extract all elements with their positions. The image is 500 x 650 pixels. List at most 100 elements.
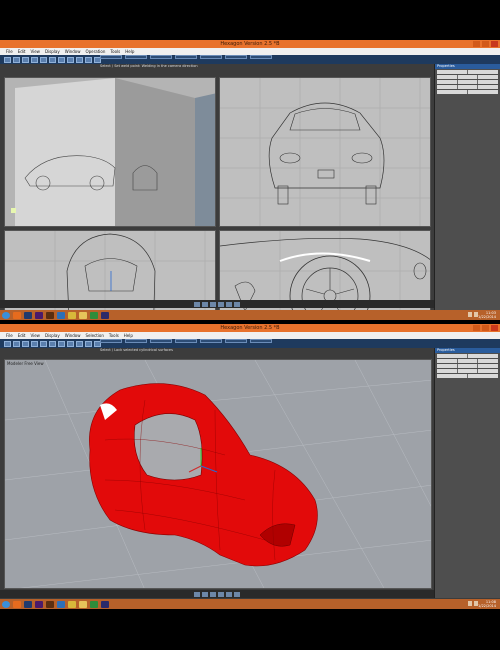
orbit-icon[interactable] — [210, 301, 216, 307]
network-icon[interactable] — [468, 312, 472, 317]
tab-bones[interactable] — [225, 55, 247, 59]
tab-primitives[interactable] — [100, 55, 122, 59]
select-tool-icon[interactable] — [4, 56, 11, 63]
menu-tools[interactable]: Tools — [109, 332, 119, 339]
property-row[interactable] — [437, 374, 498, 378]
render-icon[interactable] — [234, 591, 240, 597]
media-icon[interactable] — [101, 600, 109, 608]
rotate-tool-icon[interactable] — [22, 56, 29, 63]
menu-operation[interactable]: Operation — [85, 48, 105, 55]
menu-selection[interactable]: Selection — [85, 332, 103, 339]
tab-lines[interactable] — [125, 55, 147, 59]
hexagon-icon[interactable] — [57, 600, 65, 608]
rotate-tool-icon[interactable] — [22, 340, 29, 347]
illustrator-icon[interactable] — [46, 600, 54, 608]
redo-icon[interactable] — [49, 56, 56, 63]
select-tool-icon[interactable] — [4, 340, 11, 347]
start-orb-icon[interactable] — [2, 600, 10, 608]
frame-icon[interactable] — [218, 301, 224, 307]
pan-icon[interactable] — [202, 301, 208, 307]
frame-icon[interactable] — [218, 591, 224, 597]
tab-tools[interactable] — [200, 339, 222, 343]
property-row[interactable] — [437, 75, 499, 79]
close-button[interactable] — [491, 41, 498, 47]
property-row[interactable] — [437, 369, 499, 373]
layout-icon[interactable] — [226, 301, 232, 307]
menu-file[interactable]: File — [6, 48, 13, 55]
light-icon[interactable] — [85, 340, 92, 347]
menu-display[interactable]: Display — [45, 48, 60, 55]
menu-file[interactable]: File — [6, 332, 13, 339]
light-icon[interactable] — [85, 56, 92, 63]
menu-edit[interactable]: Edit — [18, 332, 26, 339]
taskbar-clock[interactable]: 11:08 1/22/2014 — [478, 600, 496, 608]
illustrator-icon[interactable] — [46, 311, 54, 319]
viewport-front[interactable] — [219, 77, 431, 227]
tab-bones[interactable] — [225, 339, 247, 343]
tab-surface[interactable] — [150, 339, 172, 343]
minimize-button[interactable] — [473, 41, 480, 47]
property-row[interactable] — [437, 85, 499, 89]
daz-icon[interactable] — [90, 311, 98, 319]
tab-vertex[interactable] — [175, 339, 197, 343]
property-row[interactable] — [437, 359, 499, 363]
zoom-icon[interactable] — [194, 301, 200, 307]
tab-lines[interactable] — [125, 339, 147, 343]
property-row[interactable] — [437, 364, 499, 368]
chrome-icon[interactable] — [68, 311, 76, 319]
premiere-icon[interactable] — [35, 600, 43, 608]
close-button[interactable] — [491, 325, 498, 331]
maximize-button[interactable] — [482, 41, 489, 47]
property-row[interactable] — [437, 354, 498, 358]
tab-tools[interactable] — [200, 55, 222, 59]
property-row[interactable] — [437, 70, 498, 74]
menu-tools[interactable]: Tools — [110, 48, 120, 55]
daz-icon[interactable] — [90, 600, 98, 608]
photoshop-icon[interactable] — [24, 311, 32, 319]
undo-icon[interactable] — [40, 56, 47, 63]
menu-window[interactable]: Window — [65, 332, 81, 339]
render-icon[interactable] — [234, 301, 240, 307]
camera-icon[interactable] — [76, 56, 83, 63]
snap-icon[interactable] — [58, 340, 65, 347]
scale-tool-icon[interactable] — [31, 56, 38, 63]
menu-edit[interactable]: Edit — [18, 48, 26, 55]
network-icon[interactable] — [468, 601, 472, 606]
zoom-icon[interactable] — [194, 591, 200, 597]
menu-display[interactable]: Display — [45, 332, 60, 339]
menu-view[interactable]: View — [30, 332, 40, 339]
tab-vertex[interactable] — [175, 55, 197, 59]
property-row[interactable] — [437, 80, 499, 84]
property-row[interactable] — [437, 90, 498, 94]
move-tool-icon[interactable] — [13, 340, 20, 347]
camera-icon[interactable] — [76, 340, 83, 347]
premiere-icon[interactable] — [35, 311, 43, 319]
menu-help[interactable]: Help — [125, 48, 134, 55]
weld-icon[interactable] — [67, 340, 74, 347]
menu-view[interactable]: View — [30, 48, 40, 55]
tab-render[interactable] — [250, 55, 272, 59]
firefox-icon[interactable] — [13, 311, 21, 319]
weld-icon[interactable] — [67, 56, 74, 63]
chrome-icon[interactable] — [68, 600, 76, 608]
undo-icon[interactable] — [40, 340, 47, 347]
pan-icon[interactable] — [202, 591, 208, 597]
tab-primitives[interactable] — [100, 339, 122, 343]
tab-render[interactable] — [250, 339, 272, 343]
photoshop-icon[interactable] — [24, 600, 32, 608]
maximize-button[interactable] — [482, 325, 489, 331]
move-tool-icon[interactable] — [13, 56, 20, 63]
tab-surface[interactable] — [150, 55, 172, 59]
folder-icon[interactable] — [79, 311, 87, 319]
redo-icon[interactable] — [49, 340, 56, 347]
viewport-perspective[interactable] — [4, 77, 216, 227]
folder-icon[interactable] — [79, 600, 87, 608]
orbit-icon[interactable] — [210, 591, 216, 597]
start-orb-icon[interactable] — [2, 311, 10, 319]
firefox-icon[interactable] — [13, 600, 21, 608]
hexagon-icon[interactable] — [57, 311, 65, 319]
media-icon[interactable] — [101, 311, 109, 319]
viewport-3d[interactable]: Modeler Free View — [4, 359, 432, 589]
menu-help[interactable]: Help — [124, 332, 133, 339]
snap-icon[interactable] — [58, 56, 65, 63]
